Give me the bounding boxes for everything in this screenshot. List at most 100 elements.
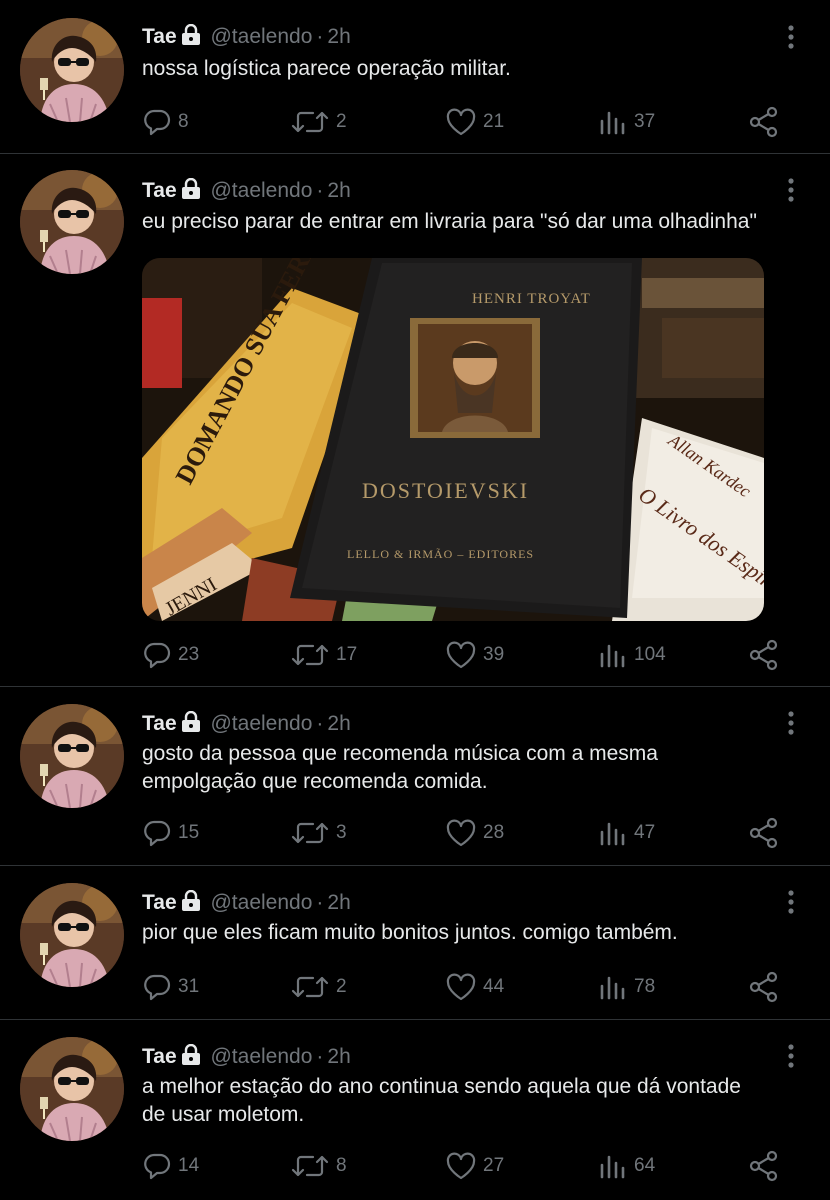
tweet[interactable]: Tae @taelendo · 2h pior que eles ficam mui… [0, 865, 830, 1020]
lock-icon [181, 890, 201, 912]
retweet-icon [290, 818, 330, 848]
display-name[interactable]: Tae [142, 1045, 177, 1068]
share-button[interactable] [748, 104, 786, 140]
views-button[interactable]: 104 [598, 637, 666, 673]
tweet-text-line: a melhor estação do ano continua sendo a… [142, 1075, 741, 1098]
view-count: 104 [634, 644, 666, 665]
tweet[interactable]: Tae @taelendo · 2h nossa logística parece … [0, 0, 830, 154]
like-icon [445, 972, 477, 1002]
avatar[interactable] [20, 18, 124, 122]
like-count: 21 [483, 111, 505, 132]
like-icon [445, 640, 477, 670]
retweet-button[interactable]: 8 [290, 1148, 347, 1184]
reply-button[interactable]: 8 [142, 104, 189, 140]
views-button[interactable]: 64 [598, 1148, 655, 1184]
views-button[interactable]: 37 [598, 104, 655, 140]
action-bar: 14 8 27 64 [142, 1148, 792, 1184]
avatar[interactable] [20, 704, 124, 808]
like-button[interactable]: 44 [445, 969, 504, 1005]
tweet[interactable]: Tae @taelendo · 2h eu preciso parar de ent… [0, 153, 830, 687]
books-photo: DOMANDO SUA FERINHA JENNI Allan Kardec O… [142, 258, 764, 621]
lock-icon [181, 24, 201, 46]
display-name[interactable]: Tae [142, 891, 177, 914]
views-button[interactable]: 47 [598, 815, 655, 851]
views-icon [598, 818, 628, 848]
avatar[interactable] [20, 883, 124, 987]
view-count: 64 [634, 1155, 656, 1176]
display-name[interactable]: Tae [142, 179, 177, 202]
tweet[interactable]: Tae @taelendo · 2h gosto da pessoa que rec… [0, 686, 830, 866]
share-button[interactable] [748, 815, 786, 851]
handle[interactable]: @taelendo [210, 179, 312, 202]
tweet-text: nossa logística parece operação militar. [142, 57, 511, 80]
views-icon [598, 107, 628, 137]
tweet-photo[interactable]: DOMANDO SUA FERINHA JENNI Allan Kardec O… [142, 258, 764, 621]
lock-icon [181, 178, 201, 200]
view-count: 37 [634, 111, 656, 132]
more-icon[interactable] [786, 710, 796, 736]
reply-count: 8 [178, 111, 189, 132]
reply-count: 23 [178, 644, 200, 665]
views-button[interactable]: 78 [598, 969, 655, 1005]
retweet-count: 3 [336, 822, 347, 843]
like-button[interactable]: 27 [445, 1148, 504, 1184]
reply-count: 31 [178, 976, 200, 997]
retweet-button[interactable]: 2 [290, 969, 347, 1005]
dot-separator: · [316, 25, 324, 48]
reply-button[interactable]: 14 [142, 1148, 199, 1184]
view-count: 78 [634, 976, 656, 997]
tweet-text: eu preciso parar de entrar em livraria p… [142, 210, 757, 233]
retweet-button[interactable]: 2 [290, 104, 347, 140]
dot-separator: · [316, 1045, 324, 1068]
timestamp[interactable]: 2h [327, 712, 350, 735]
handle[interactable]: @taelendo [210, 712, 312, 735]
timestamp[interactable]: 2h [327, 891, 350, 914]
avatar[interactable] [20, 1037, 124, 1141]
retweet-icon [290, 1151, 330, 1181]
share-button[interactable] [748, 1148, 786, 1184]
display-name[interactable]: Tae [142, 712, 177, 735]
like-icon [445, 1151, 477, 1181]
like-count: 39 [483, 644, 505, 665]
display-name[interactable]: Tae [142, 25, 177, 48]
reply-icon [142, 818, 172, 848]
dot-separator: · [316, 712, 324, 735]
like-button[interactable]: 21 [445, 104, 504, 140]
handle[interactable]: @taelendo [210, 891, 312, 914]
avatar[interactable] [20, 170, 124, 274]
reply-icon [142, 640, 172, 670]
more-icon[interactable] [786, 1043, 796, 1069]
retweet-button[interactable]: 17 [290, 637, 357, 673]
like-icon [445, 107, 477, 137]
reply-icon [142, 107, 172, 137]
share-icon [748, 639, 780, 671]
retweet-icon [290, 107, 330, 137]
lock-icon [181, 711, 201, 733]
reply-button[interactable]: 23 [142, 637, 199, 673]
timestamp[interactable]: 2h [327, 179, 350, 202]
more-icon[interactable] [786, 24, 796, 50]
timestamp[interactable]: 2h [327, 1045, 350, 1068]
like-button[interactable]: 39 [445, 637, 504, 673]
tweet-text-line: empolgação que recomenda comida. [142, 770, 488, 793]
like-button[interactable]: 28 [445, 815, 504, 851]
more-icon[interactable] [786, 177, 796, 203]
handle[interactable]: @taelendo [210, 25, 312, 48]
timestamp[interactable]: 2h [327, 25, 350, 48]
handle[interactable]: @taelendo [210, 1045, 312, 1068]
share-button[interactable] [748, 969, 786, 1005]
share-button[interactable] [748, 637, 786, 673]
action-bar: 23 17 39 104 [142, 637, 792, 673]
share-icon [748, 106, 780, 138]
reply-button[interactable]: 31 [142, 969, 199, 1005]
like-count: 44 [483, 976, 505, 997]
main-book-author: HENRI TROYAT [472, 291, 591, 307]
retweet-count: 2 [336, 111, 347, 132]
reply-button[interactable]: 15 [142, 815, 199, 851]
retweet-button[interactable]: 3 [290, 815, 347, 851]
tweet[interactable]: Tae @taelendo · 2h a melhor estação do ano… [0, 1019, 830, 1200]
retweet-count: 17 [336, 644, 358, 665]
like-count: 28 [483, 822, 505, 843]
more-icon[interactable] [786, 889, 796, 915]
share-icon [748, 1150, 780, 1182]
